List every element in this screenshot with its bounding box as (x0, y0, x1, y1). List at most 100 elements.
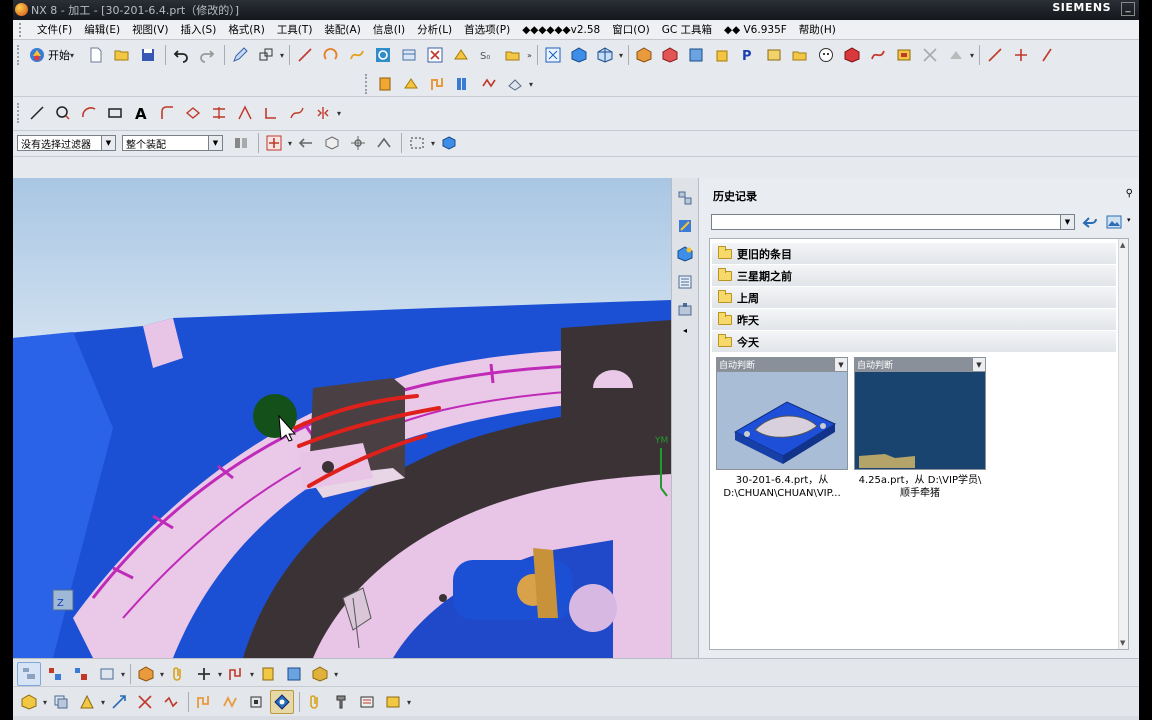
scroll-down-icon[interactable]: ▼ (1120, 639, 1125, 647)
verify-path-button[interactable] (218, 690, 242, 714)
copy-operation-button[interactable] (49, 690, 73, 714)
arc-button[interactable] (319, 43, 343, 67)
selection-scope-dropdown[interactable]: 整个装配 ▼ (122, 135, 223, 151)
analysis-3-button[interactable] (1035, 43, 1059, 67)
history-back-button[interactable] (1079, 212, 1101, 232)
assembly-select-button[interactable] (229, 131, 253, 155)
cam-shop-doc-button[interactable] (892, 43, 916, 67)
sketch-button[interactable]: S₀ (475, 43, 499, 67)
analysis-1-button[interactable] (983, 43, 1007, 67)
edit-object-button[interactable] (228, 43, 252, 67)
history-group-last-week[interactable]: 上周 (712, 287, 1116, 309)
select-cube-button[interactable] (320, 131, 344, 155)
snap-point-button[interactable] (254, 43, 278, 67)
menu-window[interactable]: 窗口(O) (606, 22, 655, 37)
tool-path-button[interactable] (425, 72, 449, 96)
cam-disabled-2-button[interactable] (944, 43, 968, 67)
generate-path-button[interactable] (224, 662, 248, 686)
menu-information[interactable]: 信息(I) (367, 22, 411, 37)
line-button[interactable] (293, 43, 317, 67)
paperclip-button[interactable] (166, 662, 190, 686)
cam-create-button[interactable] (632, 43, 656, 67)
toolbar-grip[interactable] (17, 103, 22, 123)
sketch-extend-button[interactable] (233, 101, 257, 125)
menu-format[interactable]: 格式(R) (222, 22, 271, 37)
cam-program-button[interactable]: P (736, 43, 760, 67)
minimize-button[interactable]: _ (1121, 2, 1135, 16)
refresh-button[interactable] (371, 43, 395, 67)
pin-icon[interactable]: ⚲ (1126, 188, 1133, 199)
menu-help[interactable]: 帮助(H) (793, 22, 842, 37)
chevron-down-icon[interactable]: ▾ (1127, 216, 1131, 224)
eraser-button[interactable] (503, 72, 527, 96)
sketch-rect-button[interactable] (103, 101, 127, 125)
attach-button[interactable] (303, 690, 327, 714)
history-group-older[interactable]: 更旧的条目 (712, 243, 1116, 265)
menu-plugin-v6[interactable]: ◆◆ V6.935F (718, 24, 793, 36)
part-thumbnail[interactable] (716, 372, 848, 470)
method-view-button[interactable] (95, 662, 119, 686)
edit-operation-button[interactable] (17, 690, 41, 714)
layer-button[interactable] (397, 43, 421, 67)
scroll-up-icon[interactable]: ▲ (1120, 241, 1125, 249)
menu-gc-toolbox[interactable]: GC 工具箱 (656, 22, 718, 37)
history-item[interactable]: 自动判断 ▼ 30-201-6.4.prt，从 D:\CHUAN\CHUAN\VI… (716, 357, 848, 500)
chevron-down-icon[interactable]: ▾ (337, 109, 341, 118)
chevron-down-icon[interactable]: ▾ (529, 80, 533, 89)
history-group-today[interactable]: 今天 (712, 331, 1116, 353)
fixture-button[interactable] (399, 72, 423, 96)
cam-geometry-button[interactable] (658, 43, 682, 67)
create-program-button[interactable] (134, 662, 158, 686)
menu-edit[interactable]: 编辑(E) (78, 22, 126, 37)
chevron-down-icon[interactable]: ▾ (218, 670, 222, 679)
program-order-view-button[interactable] (17, 662, 41, 686)
select-point-button[interactable] (346, 131, 370, 155)
selection-filter-dropdown[interactable]: 没有选择过滤器 ▼ (17, 135, 116, 151)
constraint-navigator-tab[interactable] (673, 214, 697, 238)
machine-view-button[interactable] (43, 662, 67, 686)
wireframe-view-button[interactable] (593, 43, 617, 67)
select-back-button[interactable] (294, 131, 318, 155)
history-view-button[interactable] (1103, 212, 1125, 232)
menu-tools[interactable]: 工具(T) (271, 22, 319, 37)
sketch-arc-button[interactable] (77, 101, 101, 125)
cam-folder-button[interactable] (788, 43, 812, 67)
menu-view[interactable]: 视图(V) (126, 22, 174, 37)
chevron-down-icon[interactable]: ▾ (407, 698, 411, 707)
sketch-line-button[interactable] (25, 101, 49, 125)
shop-docs-button[interactable] (282, 662, 306, 686)
postprocess-button[interactable] (256, 662, 280, 686)
split-button[interactable] (133, 690, 157, 714)
path-step-button[interactable] (159, 690, 183, 714)
tool-button[interactable] (329, 690, 353, 714)
cam-verify-button[interactable] (814, 43, 838, 67)
part-thumbnail[interactable] (854, 372, 986, 470)
sketch-fillet-button[interactable] (155, 101, 179, 125)
menu-grip[interactable] (19, 22, 27, 37)
resource-bar-more[interactable]: ◂ (683, 326, 687, 335)
replay-path-button[interactable] (192, 690, 216, 714)
geometry-view-button[interactable] (69, 662, 93, 686)
sketch-text-button[interactable]: A (129, 101, 153, 125)
chevron-down-icon[interactable]: ▾ (250, 670, 254, 679)
sketch-trim-button[interactable] (207, 101, 231, 125)
start-button[interactable]: 开始 ▾ (25, 43, 80, 67)
chevron-down-icon[interactable]: ▾ (288, 139, 292, 148)
chevron-down-icon[interactable]: ▾ (160, 670, 164, 679)
machine-tool-button[interactable] (373, 72, 397, 96)
output-doc-button[interactable] (381, 690, 405, 714)
open-file-button[interactable] (110, 43, 134, 67)
graphics-viewport[interactable]: YM Z (13, 178, 671, 658)
new-file-button[interactable] (84, 43, 108, 67)
part-navigator-tab[interactable] (673, 242, 697, 266)
post-button[interactable] (355, 690, 379, 714)
chevron-down-icon[interactable]: ▾ (619, 51, 623, 60)
select-body-button[interactable] (437, 131, 461, 155)
simulate-machine-button[interactable] (270, 690, 295, 714)
rect-select-button[interactable] (405, 131, 429, 155)
menu-preferences[interactable]: 首选项(P) (458, 22, 516, 37)
chevron-down-icon[interactable]: ▾ (280, 51, 284, 60)
select-edge-button[interactable] (372, 131, 396, 155)
history-item[interactable]: 自动判断 ▼ 4.25a.prt，从 D:\VIP学员\ 顺手牵猪 (854, 357, 986, 500)
operation-navigator-tab[interactable] (673, 270, 697, 294)
